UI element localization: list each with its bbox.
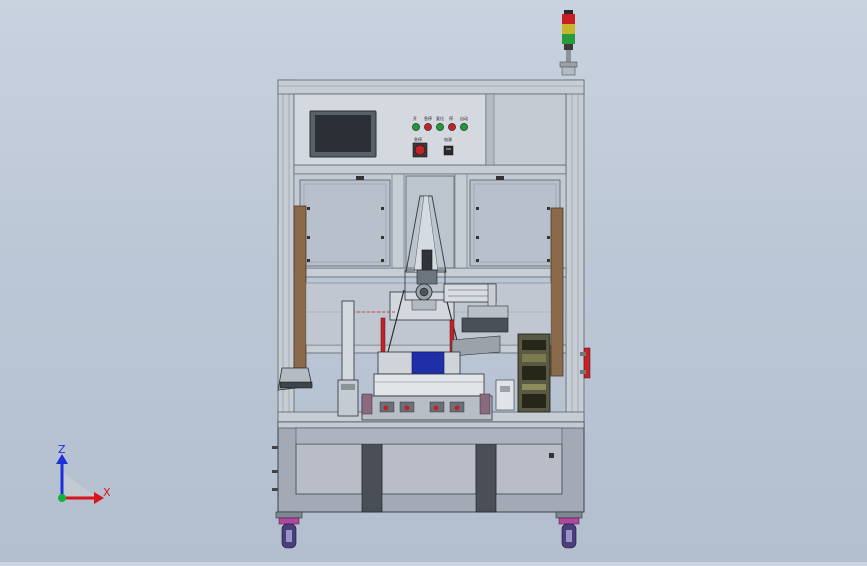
- caster-left: [275, 511, 303, 549]
- axis-triad: Z X: [56, 443, 111, 504]
- work-table: [361, 351, 493, 421]
- window-right: [469, 179, 561, 267]
- signal-tower-mount: [559, 61, 578, 68]
- signal-light-red: [562, 14, 575, 24]
- estop-label: 急停: [414, 136, 422, 142]
- frame-beam-top: [277, 79, 585, 95]
- spindle-motor: [421, 249, 433, 273]
- cabinet-door-center[interactable]: [381, 443, 477, 495]
- signal-tower-cap: [564, 10, 573, 14]
- signal-light-green: [562, 34, 575, 44]
- hmi-screen[interactable]: [315, 115, 371, 152]
- control-panel-side: [485, 93, 567, 166]
- guide-post-right: [550, 207, 564, 377]
- button-label-2: 复位: [436, 115, 444, 121]
- side-pole-left: [341, 300, 355, 382]
- signal-tower-base: [564, 44, 573, 50]
- stop-button[interactable]: [424, 123, 432, 131]
- emergency-stop-button[interactable]: [414, 144, 426, 156]
- button-label-3: 停: [449, 115, 453, 121]
- power-switch[interactable]: [443, 145, 454, 156]
- guide-post-left: [293, 205, 307, 369]
- cad-viewport[interactable]: 开 急停 复位 停 自动 急停 电源 Z X: [0, 0, 867, 562]
- axis-z-label: Z: [58, 443, 66, 456]
- cabinet-door-left[interactable]: [295, 443, 363, 495]
- signal-tower-bracket: [561, 66, 576, 76]
- table-plate: [373, 373, 485, 397]
- pause-button[interactable]: [448, 123, 456, 131]
- axis-y-dot: [58, 494, 66, 502]
- button-label-1: 急停: [424, 115, 432, 121]
- blue-fixture: [411, 351, 445, 375]
- button-label-0: 开: [413, 116, 417, 121]
- caster-right: [555, 511, 583, 549]
- cabinet-door-right[interactable]: [495, 443, 563, 495]
- frame-beam-control: [293, 164, 567, 175]
- signal-tower: [559, 10, 578, 76]
- auto-button[interactable]: [460, 123, 468, 131]
- control-panel: 开 急停 复位 停 自动 急停 电源: [293, 93, 567, 166]
- start-button[interactable]: [412, 123, 420, 131]
- cabinet-lock[interactable]: [549, 453, 554, 458]
- axis-x-label: X: [103, 486, 111, 499]
- button-label-4: 自动: [460, 115, 468, 121]
- window-left: [299, 179, 391, 267]
- signal-light-yellow: [562, 24, 575, 34]
- reset-button[interactable]: [436, 123, 444, 131]
- machine-drawing: 开 急停 复位 停 自动 急停 电源 Z X: [56, 10, 591, 549]
- power-label: 电源: [444, 136, 452, 142]
- signal-tower-pole: [566, 50, 571, 62]
- base-cabinet: [272, 421, 585, 513]
